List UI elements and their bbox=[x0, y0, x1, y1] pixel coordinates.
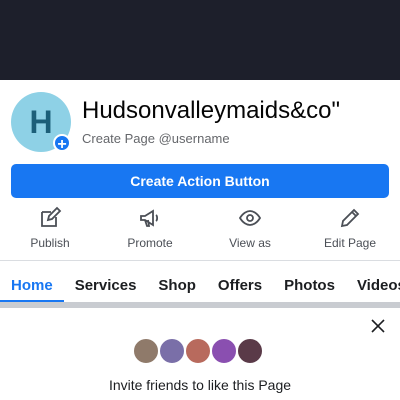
add-photo-icon[interactable]: + bbox=[53, 134, 71, 153]
publish-button[interactable]: Publish bbox=[0, 206, 100, 256]
promote-button[interactable]: Promote bbox=[100, 206, 200, 256]
pencil-square-icon bbox=[41, 206, 62, 227]
create-action-button[interactable]: Create Action Button bbox=[11, 164, 389, 198]
view-as-button[interactable]: View as bbox=[200, 206, 300, 256]
friend-avatar[interactable] bbox=[184, 337, 212, 365]
page-actions-bar: Publish Promote View as Edit Page bbox=[0, 206, 400, 256]
invite-friends-text: Invite friends to like this Page bbox=[108, 377, 292, 393]
friend-avatar[interactable] bbox=[132, 337, 160, 365]
edit-page-label: Edit Page bbox=[323, 236, 377, 250]
tab-photos[interactable]: Photos bbox=[273, 270, 346, 301]
friend-avatar[interactable] bbox=[158, 337, 186, 365]
tab-offers[interactable]: Offers bbox=[207, 270, 273, 301]
cover-photo[interactable] bbox=[0, 0, 400, 80]
create-username-link[interactable]: Create Page @username bbox=[82, 131, 230, 146]
promote-label: Promote bbox=[127, 236, 173, 250]
publish-label: Publish bbox=[30, 236, 70, 250]
section-divider bbox=[0, 260, 400, 261]
tab-shop[interactable]: Shop bbox=[147, 270, 207, 301]
page-tabs: Home Services Shop Offers Photos Videos bbox=[0, 270, 400, 302]
view-as-label: View as bbox=[229, 236, 271, 250]
friend-avatar[interactable] bbox=[210, 337, 238, 365]
megaphone-icon bbox=[140, 209, 159, 227]
tab-services[interactable]: Services bbox=[64, 270, 148, 301]
tab-videos[interactable]: Videos bbox=[346, 270, 400, 301]
tab-home[interactable]: Home bbox=[0, 270, 64, 302]
close-icon[interactable] bbox=[370, 318, 386, 334]
page-title: Hudsonvalleymaids&co" bbox=[82, 97, 340, 124]
friend-avatars bbox=[132, 337, 268, 365]
edit-page-button[interactable]: Edit Page bbox=[300, 206, 400, 256]
eye-icon bbox=[238, 210, 262, 226]
avatar-letter: H bbox=[29, 103, 53, 140]
pencil-icon bbox=[340, 208, 360, 228]
friend-avatar[interactable] bbox=[236, 337, 264, 365]
